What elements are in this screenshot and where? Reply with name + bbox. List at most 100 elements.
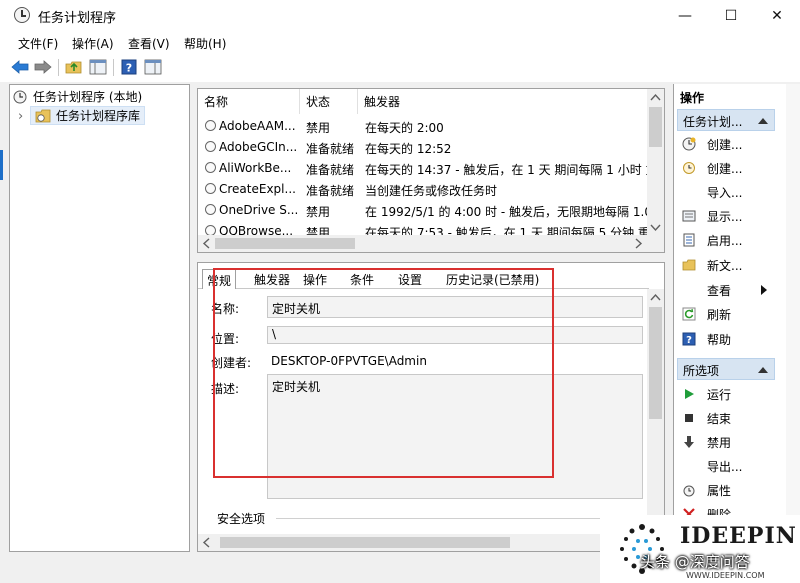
collapse-up-icon[interactable]	[758, 367, 768, 373]
task-list: 名称 状态 触发器 AdobeAAM... 禁用 在每天的 2:00 Adobe…	[197, 88, 665, 253]
focus-accent	[0, 150, 3, 180]
forward-arrow-icon[interactable]	[33, 57, 53, 77]
task-trigger: 在每天的 12:52	[365, 142, 452, 156]
menu-view[interactable]: 查看(V)	[128, 35, 170, 52]
scroll-up-icon[interactable]	[647, 91, 664, 105]
actions-group-scheduler[interactable]: 任务计划...	[677, 109, 775, 131]
name-field[interactable]: 定时关机	[267, 296, 643, 318]
console-tree-icon[interactable]	[88, 57, 108, 77]
show-pane-icon[interactable]	[143, 57, 163, 77]
action-refresh[interactable]: 刷新	[682, 304, 797, 324]
back-arrow-icon[interactable]	[10, 57, 30, 77]
security-options-label: 安全选项	[217, 512, 266, 526]
collapse-up-icon[interactable]	[758, 118, 768, 124]
scroll-right-icon[interactable]	[631, 235, 645, 252]
tree-item-library[interactable]: 任务计划程序库	[30, 106, 146, 125]
scroll-corner	[647, 235, 664, 252]
console-tree: 任务计划程序 (本地) › 任务计划程序库	[9, 84, 190, 552]
column-header-status[interactable]: 状态	[300, 89, 358, 114]
svg-text:?: ?	[686, 335, 692, 346]
scroll-thumb[interactable]	[649, 307, 662, 419]
action-export[interactable]: 导出...	[682, 456, 797, 476]
end-icon	[685, 414, 693, 422]
create-task-icon	[683, 162, 695, 174]
table-row[interactable]: AdobeGCIn... 准备就绪 在每天的 12:52	[198, 137, 647, 158]
table-row[interactable]: AliWorkBe... 准备就绪 在每天的 14:37 - 触发后，在 1 天…	[198, 158, 647, 179]
disable-icon	[684, 436, 694, 448]
scroll-left-icon[interactable]	[200, 534, 214, 551]
group-label: 任务计划...	[683, 115, 743, 129]
chevron-right-icon: ›	[18, 109, 24, 124]
menu-file[interactable]: 文件(F)	[18, 35, 58, 52]
action-create-basic-task[interactable]: 创建...	[682, 134, 797, 154]
list-horizontal-scrollbar[interactable]	[198, 235, 647, 252]
description-field[interactable]: 定时关机	[267, 374, 643, 499]
action-run[interactable]: 运行	[682, 384, 797, 404]
display-running-icon	[682, 210, 696, 222]
scroll-thumb[interactable]	[649, 107, 662, 147]
tree-item-root[interactable]: 任务计划程序 (本地)	[13, 87, 142, 106]
actions-group-selected[interactable]: 所选项	[677, 358, 775, 380]
scroll-left-icon[interactable]	[200, 235, 214, 252]
action-import[interactable]: 导入...	[682, 182, 797, 202]
tab-conditions[interactable]: 条件	[346, 269, 378, 289]
task-name: AliWorkBe...	[219, 161, 292, 175]
action-end[interactable]: 结束	[682, 408, 797, 428]
action-create-task[interactable]: 创建...	[682, 158, 797, 178]
watermark-brand: IDEEPIN	[680, 523, 797, 549]
watermark-url: WWW.IDEEPIN.COM	[686, 571, 765, 580]
watermark: IDEEPIN 头条 @深度问答 WWW.IDEEPIN.COM	[600, 515, 800, 583]
actions-scrollbar[interactable]	[786, 84, 800, 583]
toolbar: ?	[0, 54, 800, 82]
window-title: 任务计划程序	[38, 11, 117, 26]
task-properties: 常规 触发器 操作 条件 设置 历史记录(已禁用) 名称: 定时关机 位置: \…	[197, 262, 665, 552]
list-vertical-scrollbar[interactable]	[647, 89, 664, 236]
props-vertical-scrollbar[interactable]	[647, 289, 664, 535]
tab-actions[interactable]: 操作	[299, 269, 331, 289]
tree-library-label: 任务计划程序库	[56, 109, 141, 123]
table-row[interactable]: OneDrive S... 禁用 在 1992/5/1 的 4:00 时 - 触…	[198, 200, 647, 221]
action-view[interactable]: 查看	[682, 280, 797, 300]
help-icon[interactable]: ?	[119, 57, 139, 77]
description-label: 描述:	[211, 382, 240, 396]
tab-history[interactable]: 历史记录(已禁用)	[442, 269, 543, 289]
task-trigger: 当创建任务或修改任务时	[365, 184, 498, 198]
column-header-trigger[interactable]: 触发器	[358, 89, 647, 114]
scroll-up-icon[interactable]	[647, 291, 664, 305]
task-icon	[205, 204, 216, 215]
action-enable-history[interactable]: 启用...	[682, 230, 797, 250]
task-trigger: 在每天的 2:00	[365, 121, 444, 135]
action-display-running[interactable]: 显示...	[682, 206, 797, 226]
actions-pane: 操作 任务计划... 创建... 创建... 导入... 显示... 启用...…	[673, 84, 800, 583]
close-button[interactable]: ✕	[754, 0, 800, 31]
action-properties[interactable]: 属性	[682, 480, 797, 500]
table-row[interactable]: AdobeAAM... 禁用 在每天的 2:00	[198, 116, 647, 137]
minimize-button[interactable]: —	[662, 0, 708, 31]
task-trigger: 在每天的 14:37 - 触发后，在 1 天 期间每隔 1 小时 重	[365, 163, 647, 177]
folder-clock-icon	[35, 109, 51, 122]
action-help[interactable]: ? 帮助	[682, 329, 797, 349]
task-name: OneDrive S...	[219, 203, 299, 217]
props-horizontal-scrollbar[interactable]	[198, 534, 649, 551]
tab-settings[interactable]: 设置	[394, 269, 426, 289]
maximize-button[interactable]: ☐	[708, 0, 754, 31]
scroll-thumb[interactable]	[215, 238, 355, 249]
task-icon	[205, 162, 216, 173]
menu-action[interactable]: 操作(A)	[72, 35, 114, 52]
scroll-thumb[interactable]	[220, 537, 510, 548]
tab-triggers[interactable]: 触发器	[250, 269, 294, 289]
scroll-down-icon[interactable]	[647, 220, 664, 234]
author-value: DESKTOP-0FPVTGE\Admin	[271, 354, 427, 368]
table-row[interactable]: CreateExpl... 准备就绪 当创建任务或修改任务时	[198, 179, 647, 200]
tab-general[interactable]: 常规	[202, 269, 237, 289]
task-icon	[205, 183, 216, 194]
action-disable[interactable]: 禁用	[682, 432, 797, 452]
column-header-name[interactable]: 名称	[198, 89, 300, 114]
menu-help[interactable]: 帮助(H)	[184, 35, 226, 52]
folder-up-icon[interactable]	[64, 57, 84, 77]
task-name: AdobeGCIn...	[219, 140, 298, 154]
tree-expander[interactable]: ›	[18, 107, 23, 126]
tree-root-label: 任务计划程序 (本地)	[33, 90, 143, 104]
action-new-folder[interactable]: 新文...	[682, 255, 797, 275]
title-bar: 任务计划程序 — ☐ ✕	[0, 0, 800, 31]
